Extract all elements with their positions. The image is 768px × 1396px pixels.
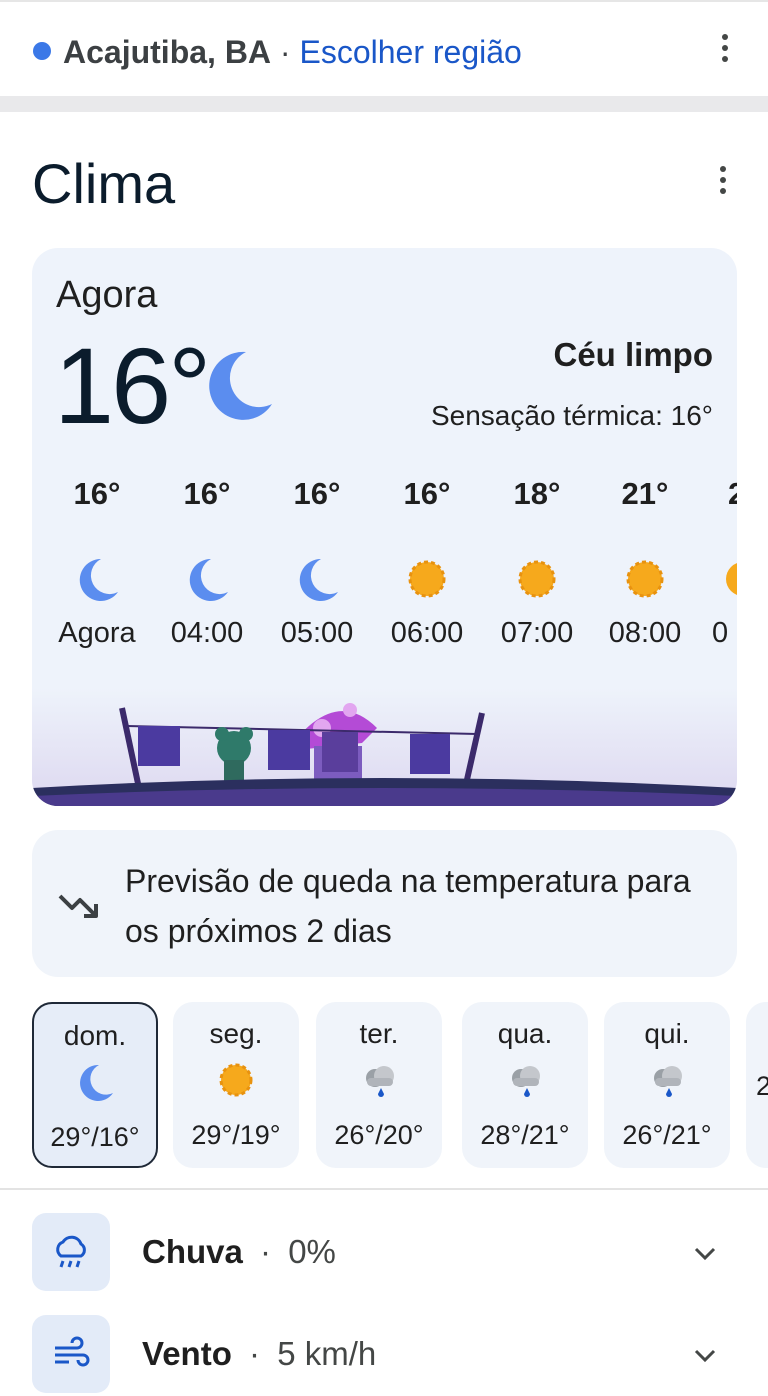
day-name: qua. bbox=[497, 1018, 553, 1049]
detail-name: Vento bbox=[142, 1335, 232, 1372]
wind-icon bbox=[32, 1315, 110, 1393]
hourly-item: 16° 06:00 bbox=[372, 474, 482, 653]
moon-icon bbox=[80, 1064, 113, 1101]
section-divider bbox=[0, 1188, 768, 1190]
day-temp-range: 28°/21° bbox=[480, 1120, 570, 1150]
rain-label: Chuva · 0% bbox=[142, 1231, 336, 1273]
rain-cloud-icon bbox=[366, 1066, 394, 1097]
wind-detail-row[interactable]: Vento · 5 km/h bbox=[32, 1315, 737, 1395]
hourly-temp: 16° bbox=[403, 476, 451, 511]
choose-region-link[interactable]: Escolher região bbox=[299, 34, 521, 70]
day-card[interactable]: 2 bbox=[746, 1002, 768, 1168]
hourly-item: 16° 05:00 bbox=[262, 474, 372, 653]
hourly-temp: 16° bbox=[293, 476, 341, 511]
day-temp-range: 26°/21° bbox=[622, 1120, 712, 1150]
hourly-forecast[interactable]: 16° Agora 16° 04:00 16° 05:00 16° 06:00 … bbox=[32, 474, 737, 674]
sun-icon bbox=[219, 1063, 253, 1097]
chevron-down-icon[interactable] bbox=[691, 1341, 719, 1369]
location-separator: · bbox=[279, 34, 291, 70]
weather-menu-icon[interactable] bbox=[711, 160, 735, 200]
trending-down-icon bbox=[58, 894, 98, 918]
detail-value: 5 km/h bbox=[277, 1335, 377, 1372]
weather-illustration bbox=[32, 688, 737, 806]
hourly-time: 07:00 bbox=[500, 617, 574, 649]
day-card[interactable]: qua. 28°/21° bbox=[462, 1002, 588, 1168]
day-temp-range: 2 bbox=[756, 1071, 768, 1101]
sun-icon bbox=[626, 560, 664, 598]
page-title: Clima bbox=[32, 152, 176, 215]
hourly-item: 16° Agora bbox=[42, 474, 152, 653]
day-temp-range: 29°/19° bbox=[191, 1120, 281, 1150]
location-dot-icon bbox=[33, 42, 51, 60]
daily-forecast[interactable]: dom. 29°/16° seg. 29°/19° ter. 26°/20° q… bbox=[32, 1002, 768, 1168]
location-text: Acajutiba, BA · Escolher região bbox=[63, 32, 522, 72]
sun-icon bbox=[408, 560, 446, 598]
moon-icon bbox=[79, 558, 118, 601]
hourly-time: 0 bbox=[712, 617, 729, 649]
detail-separator: · bbox=[260, 1233, 272, 1270]
trend-text: Previsão de queda na temperatura para os… bbox=[125, 863, 691, 949]
day-temp-range: 29°/16° bbox=[50, 1122, 140, 1152]
day-name: ter. bbox=[359, 1018, 399, 1049]
hourly-item: 16° 04:00 bbox=[152, 474, 262, 653]
hourly-temp: 16° bbox=[183, 476, 231, 511]
hourly-temp: 16° bbox=[73, 476, 121, 511]
detail-separator: · bbox=[249, 1335, 261, 1372]
hourly-time: 06:00 bbox=[390, 617, 464, 649]
section-divider bbox=[0, 96, 768, 112]
current-condition: Céu limpo bbox=[553, 336, 713, 373]
moon-icon bbox=[209, 351, 272, 420]
day-name: qui. bbox=[644, 1018, 690, 1049]
detail-name: Chuva bbox=[142, 1233, 243, 1270]
rain-detail-row[interactable]: Chuva · 0% bbox=[32, 1213, 737, 1293]
day-card[interactable]: dom. 29°/16° bbox=[32, 1002, 158, 1168]
current-label: Agora bbox=[56, 274, 158, 316]
wind-label: Vento · 5 km/h bbox=[142, 1333, 376, 1375]
hourly-temp: 18° bbox=[513, 476, 561, 511]
day-temp-range: 26°/20° bbox=[334, 1120, 424, 1150]
hourly-item: 2 0 bbox=[682, 474, 737, 653]
day-name: seg. bbox=[209, 1018, 263, 1049]
location-city: Acajutiba, BA bbox=[63, 34, 272, 70]
current-temperature: 16° bbox=[54, 325, 211, 446]
hourly-item: 18° 07:00 bbox=[482, 474, 592, 653]
sun-icon bbox=[726, 563, 737, 595]
hourly-time: Agora bbox=[58, 617, 136, 649]
chevron-down-icon[interactable] bbox=[691, 1239, 719, 1267]
sun-icon bbox=[518, 560, 556, 598]
day-name: dom. bbox=[63, 1020, 127, 1051]
day-card[interactable]: seg. 29°/19° bbox=[173, 1002, 299, 1168]
location-menu-icon[interactable] bbox=[713, 28, 737, 68]
moon-icon bbox=[189, 558, 228, 601]
current-weather-card[interactable]: Agora 16° Céu limpo Sensação térmica: 16… bbox=[32, 248, 737, 806]
temperature-trend-card[interactable]: Previsão de queda na temperatura para os… bbox=[32, 830, 737, 977]
hourly-time: 05:00 bbox=[280, 617, 354, 649]
rain-cloud-icon bbox=[512, 1066, 540, 1097]
day-card[interactable]: ter. 26°/20° bbox=[316, 1002, 442, 1168]
rain-cloud-icon bbox=[654, 1066, 682, 1097]
location-bar: Acajutiba, BA · Escolher região bbox=[0, 0, 768, 96]
hourly-time: 04:00 bbox=[170, 617, 244, 649]
detail-value: 0% bbox=[288, 1233, 336, 1270]
day-card[interactable]: qui. 26°/21° bbox=[604, 1002, 730, 1168]
rain-icon bbox=[32, 1213, 110, 1291]
moon-icon bbox=[299, 558, 338, 601]
feels-like: Sensação térmica: 16° bbox=[430, 400, 713, 431]
hourly-temp: 2 bbox=[728, 476, 737, 511]
